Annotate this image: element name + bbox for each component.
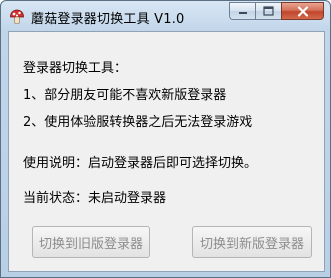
switch-to-new-launcher-button[interactable]: 切换到新版登录器 — [192, 226, 312, 258]
usage-text: 使用说明：启动登录器后即可选择切换。 — [23, 156, 258, 171]
status-text: 当前状态：未启动登录器 — [23, 191, 167, 206]
reason-2-text: 2、使用体验服转换器之后无法登录游戏 — [23, 115, 253, 130]
maximize-button[interactable] — [255, 2, 281, 20]
caption-buttons — [229, 2, 324, 21]
close-button[interactable] — [281, 2, 324, 20]
switch-to-old-launcher-button[interactable]: 切换到旧版登录器 — [32, 226, 150, 258]
minimize-icon — [238, 12, 247, 14]
minimize-button[interactable] — [229, 2, 255, 20]
window-title: 蘑菇登录器切换工具 V1.0 — [31, 12, 185, 27]
reason-1-text: 1、部分朋友可能不喜欢新版登录器 — [23, 88, 227, 103]
mushroom-icon — [10, 9, 24, 24]
close-icon — [297, 5, 308, 17]
title-bar[interactable]: 蘑菇登录器切换工具 V1.0 — [1, 1, 330, 31]
heading-text: 登录器切换工具： — [23, 61, 128, 76]
app-window: 蘑菇登录器切换工具 V1.0 登录器切换工具： 1、部分朋友可能不喜欢新版登录器… — [0, 0, 331, 278]
client-area: 登录器切换工具： 1、部分朋友可能不喜欢新版登录器 2、使用体验服转换器之后无法… — [8, 31, 325, 272]
maximize-icon — [263, 6, 274, 16]
